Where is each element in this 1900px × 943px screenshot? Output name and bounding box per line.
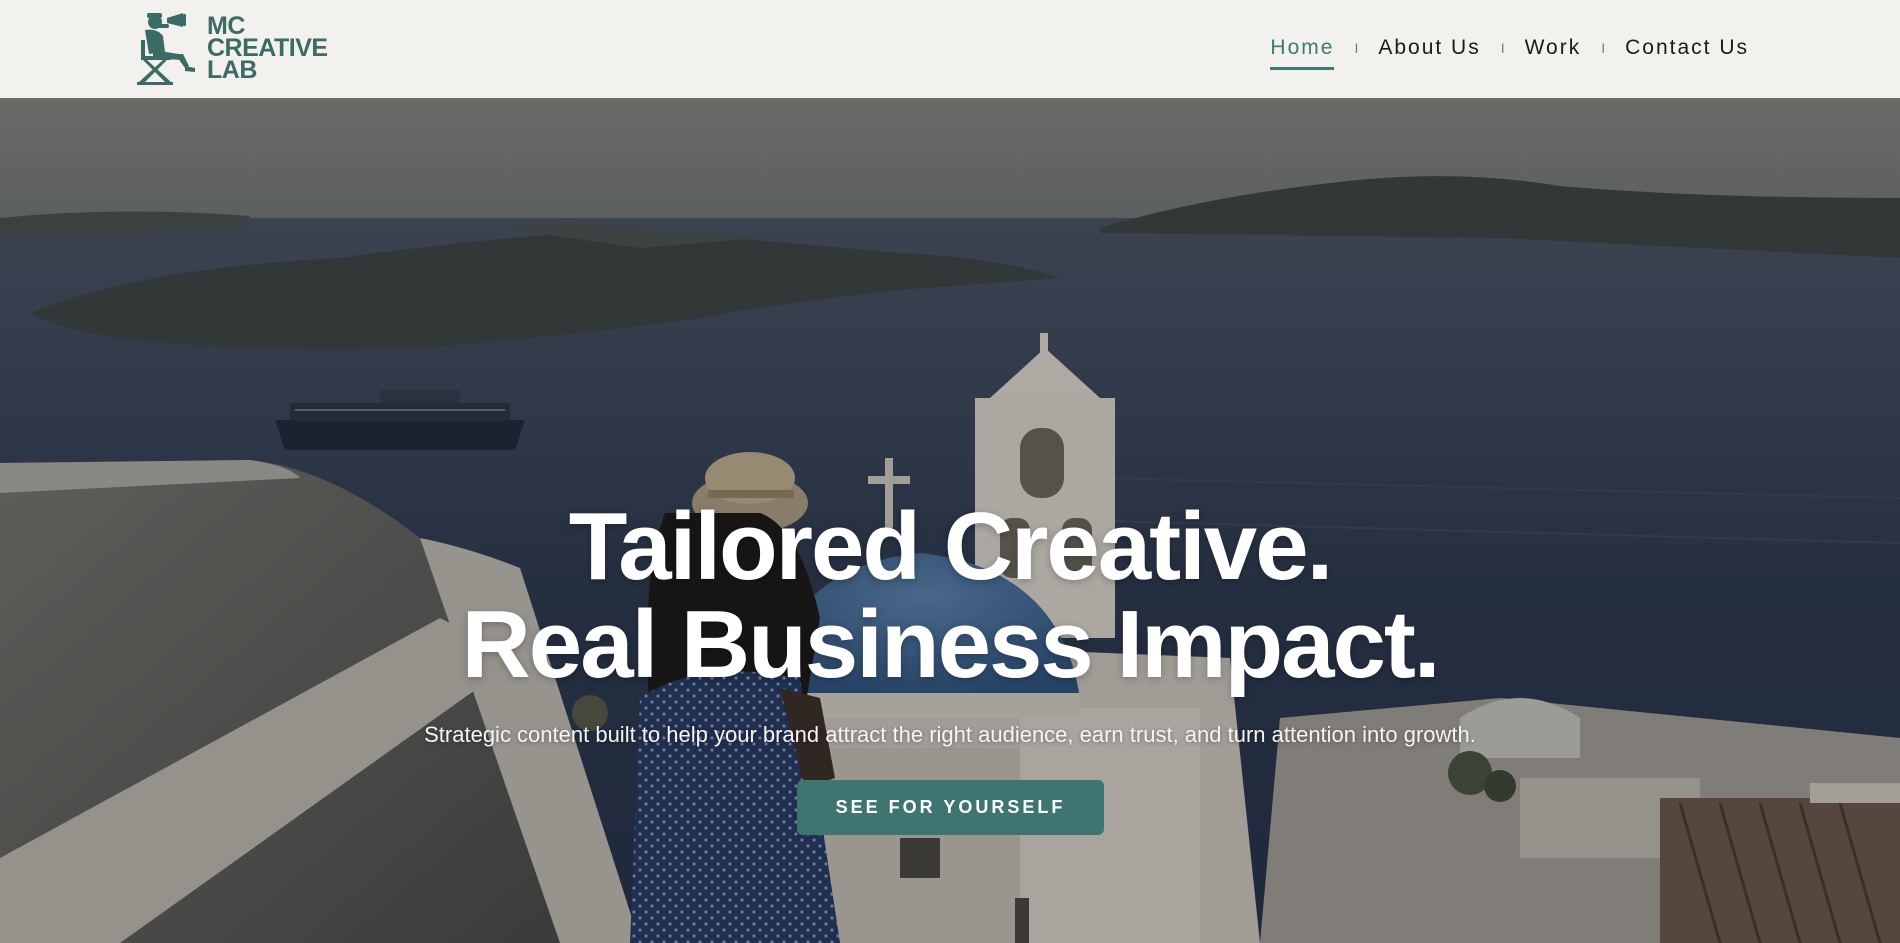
nav-home[interactable]: Home <box>1270 36 1335 70</box>
hero-section: Tailored Creative. Real Business Impact.… <box>0 98 1900 943</box>
site-header: MC CREATIVE LAB Home I About Us I Work I… <box>0 0 1900 98</box>
see-for-yourself-button[interactable]: SEE FOR YOURSELF <box>797 780 1104 835</box>
brand-logo[interactable]: MC CREATIVE LAB <box>131 10 328 86</box>
nav-work[interactable]: Work <box>1525 36 1582 70</box>
nav-separator: I <box>1354 40 1359 56</box>
brand-line-3: LAB <box>207 56 257 84</box>
director-with-megaphone-icon <box>137 13 195 85</box>
hero-subheadline: Strategic content built to help your bra… <box>424 722 1476 747</box>
nav-separator: I <box>1601 40 1606 56</box>
hero-headline: Tailored Creative. Real Business Impact. <box>0 498 1900 694</box>
headline-line-1: Tailored Creative. <box>568 493 1334 600</box>
nav-about-us[interactable]: About Us <box>1378 36 1480 70</box>
main-nav: Home I About Us I Work I Contact Us <box>1270 36 1749 70</box>
headline-line-2: Real Business Impact. <box>461 591 1440 698</box>
nav-separator: I <box>1500 40 1505 56</box>
nav-contact-us[interactable]: Contact Us <box>1625 36 1749 70</box>
brand-wordmark: MC CREATIVE LAB <box>207 14 328 84</box>
